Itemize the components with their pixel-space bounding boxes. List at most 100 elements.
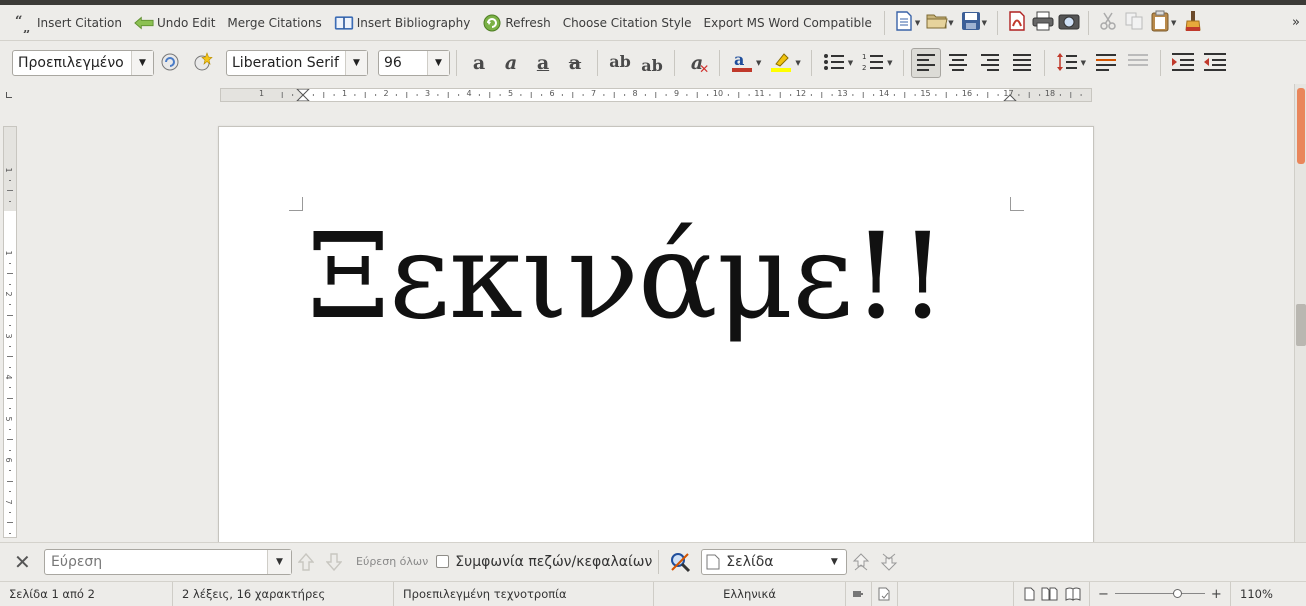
increase-indent-button[interactable] xyxy=(1168,48,1198,78)
zoom-slider-track xyxy=(1114,593,1205,594)
numbered-list-button[interactable]: 12 xyxy=(858,48,888,78)
export-pdf-button[interactable] xyxy=(1004,9,1030,37)
chevron-down-icon[interactable]: ▼ xyxy=(822,557,846,567)
search-by-value[interactable]: Σελίδα xyxy=(702,554,822,570)
print-preview-button[interactable] xyxy=(1056,9,1082,37)
document-modified-status[interactable] xyxy=(872,582,898,606)
match-case-label[interactable]: Συμφωνία πεζών/κεφαλαίων xyxy=(455,554,652,570)
view-layout-icon[interactable] xyxy=(1024,587,1082,601)
tab-type-selector[interactable] xyxy=(6,92,12,98)
paste-button[interactable] xyxy=(1147,9,1173,37)
new-document-button[interactable] xyxy=(891,9,917,37)
chevron-down-icon[interactable]: ▼ xyxy=(345,51,367,75)
page-style-status[interactable]: Προεπιλεγμένη τεχνοτροπία xyxy=(394,582,654,606)
clear-formatting-button[interactable]: a ✕ xyxy=(682,48,712,78)
align-right-button[interactable] xyxy=(975,48,1005,78)
copy-button[interactable] xyxy=(1121,9,1147,37)
left-indent-marker[interactable] xyxy=(296,94,310,101)
italic-button[interactable]: a xyxy=(496,48,526,78)
navigate-next-icon[interactable] xyxy=(875,549,903,575)
line-spacing-dropdown-arrow-icon[interactable]: ▼ xyxy=(1081,59,1086,67)
zoom-out-icon[interactable]: − xyxy=(1098,587,1109,602)
sidebar-handle[interactable] xyxy=(1296,304,1306,346)
strikethrough-button[interactable]: a xyxy=(560,48,590,78)
underline-button[interactable]: a xyxy=(528,48,558,78)
choose-citation-style-button[interactable]: Choose Citation Style xyxy=(557,9,698,37)
undo-edit-button[interactable]: Undo Edit xyxy=(128,9,221,37)
update-style-button[interactable] xyxy=(155,48,185,78)
decrease-paragraph-spacing-button[interactable] xyxy=(1123,48,1153,78)
ruler-tick xyxy=(7,397,13,399)
subscript-button[interactable]: ab xyxy=(637,48,667,78)
bullet-list-button[interactable] xyxy=(819,48,849,78)
ruler-label: 4 xyxy=(4,374,14,380)
ruler-tick xyxy=(9,532,11,534)
find-replace-icon[interactable] xyxy=(665,549,695,575)
ruler-label: 8 xyxy=(632,89,638,98)
new-style-button[interactable] xyxy=(187,48,217,78)
align-center-button[interactable] xyxy=(943,48,973,78)
decrease-indent-button[interactable] xyxy=(1200,48,1230,78)
numbering-dropdown-arrow-icon[interactable]: ▼ xyxy=(887,59,892,67)
zoom-slider-knob[interactable] xyxy=(1172,589,1182,598)
bullet-dropdown-arrow-icon[interactable]: ▼ xyxy=(848,59,853,67)
insert-bibliography-button[interactable]: Insert Bibliography xyxy=(328,9,477,37)
find-input[interactable] xyxy=(45,553,267,570)
align-left-button[interactable] xyxy=(910,48,941,78)
horizontal-ruler[interactable]: 1 1 2 3 4 5 6 7 8 9 10 11 12 13 14 15 16 17 18 xyxy=(220,88,1092,102)
save-button[interactable] xyxy=(958,9,984,37)
zoom-in-icon[interactable]: + xyxy=(1211,587,1222,602)
chevron-down-icon[interactable]: ▼ xyxy=(131,51,153,75)
bold-button[interactable]: a xyxy=(464,48,494,78)
search-by-combo[interactable]: Σελίδα ▼ xyxy=(701,548,848,575)
find-previous-icon[interactable] xyxy=(292,549,320,575)
first-line-indent-marker[interactable] xyxy=(296,89,310,96)
vertical-scrollbar[interactable] xyxy=(1294,84,1306,542)
zoom-percent-status[interactable]: 110% xyxy=(1230,582,1290,606)
toolbar-overflow-button[interactable]: » xyxy=(1292,15,1300,30)
font-color-dropdown-arrow-icon[interactable]: ▼ xyxy=(756,59,761,67)
export-ms-word-button[interactable]: Export MS Word Compatible xyxy=(698,9,878,37)
document-area[interactable]: Ξεκινάμε!! xyxy=(22,106,1288,542)
chevron-down-icon[interactable]: ▼ xyxy=(267,549,291,574)
find-all-button[interactable]: Εύρεση όλων xyxy=(356,555,428,568)
justify-button[interactable] xyxy=(1007,48,1037,78)
cut-button[interactable] xyxy=(1095,9,1121,37)
navigate-previous-icon[interactable] xyxy=(847,549,875,575)
match-case-checkbox[interactable] xyxy=(436,555,450,568)
signature-status[interactable] xyxy=(898,582,1014,606)
insert-citation-button[interactable]: “„ Insert Citation xyxy=(8,9,128,37)
find-next-icon[interactable] xyxy=(320,549,348,575)
zoom-slider[interactable] xyxy=(1114,589,1205,599)
highlight-dropdown-arrow-icon[interactable]: ▼ xyxy=(795,59,800,67)
open-button[interactable] xyxy=(924,9,950,37)
page-number-status[interactable]: Σελίδα 1 από 2 xyxy=(0,582,173,606)
vertical-ruler[interactable]: 1 1 2 3 4 5 6 7 xyxy=(3,126,17,538)
merge-citations-button[interactable]: Merge Citations xyxy=(221,9,327,37)
refresh-button[interactable]: Refresh xyxy=(476,9,556,37)
superscript-button[interactable]: ab xyxy=(605,48,635,78)
paragraph-style-value[interactable]: Προεπιλεγμένο xyxy=(13,55,131,71)
font-name-value[interactable]: Liberation Serif xyxy=(227,55,345,71)
font-size-value[interactable]: 96 xyxy=(379,55,427,71)
print-button[interactable] xyxy=(1030,9,1056,37)
line-spacing-button[interactable] xyxy=(1052,48,1082,78)
search-by-label: Σελίδα xyxy=(726,553,774,570)
strikethrough-icon: a xyxy=(568,52,582,74)
language-status[interactable]: Ελληνικά xyxy=(654,582,846,606)
insert-mode-status[interactable] xyxy=(846,582,872,606)
document-page[interactable]: Ξεκινάμε!! xyxy=(218,126,1094,542)
increase-paragraph-spacing-button[interactable] xyxy=(1091,48,1121,78)
font-size-combo[interactable]: 96 ▼ xyxy=(378,50,450,76)
font-color-button[interactable]: a xyxy=(727,48,757,78)
chevron-down-icon[interactable]: ▼ xyxy=(427,51,449,75)
scrollbar-thumb[interactable] xyxy=(1297,88,1305,164)
font-name-combo[interactable]: Liberation Serif ▼ xyxy=(226,50,368,76)
document-text[interactable]: Ξεκινάμε!! xyxy=(307,217,946,335)
paragraph-style-combo[interactable]: Προεπιλεγμένο ▼ xyxy=(12,50,154,76)
find-combo[interactable]: ▼ xyxy=(44,548,292,575)
close-icon[interactable]: ✕ xyxy=(14,550,38,574)
highlight-button[interactable] xyxy=(766,48,796,78)
word-count-status[interactable]: 2 λέξεις, 16 χαρακτήρες xyxy=(173,582,394,606)
clone-formatting-button[interactable] xyxy=(1180,9,1206,37)
